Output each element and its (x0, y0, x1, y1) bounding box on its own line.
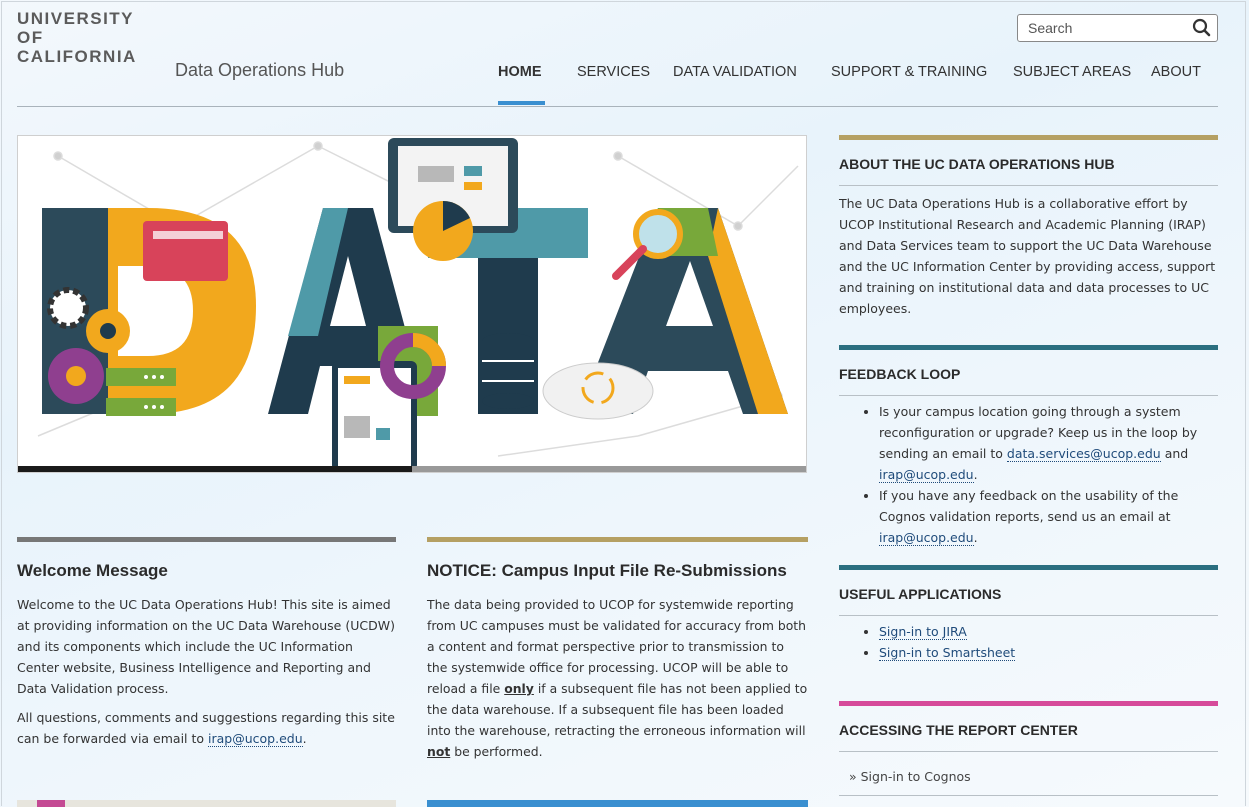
next-card-accent (37, 800, 65, 807)
apps-list: Sign-in to JIRA Sign-in to Smartsheet (839, 621, 1218, 663)
welcome-title: Welcome Message (17, 561, 168, 580)
feedback-item-2: If you have any feedback on the usabilit… (879, 485, 1218, 548)
irap-email-link[interactable]: irap@ucop.edu (208, 731, 303, 747)
next-card-top-left (17, 800, 396, 807)
welcome-section: Welcome Message Welcome to the UC Data O… (17, 537, 396, 749)
apps-divider (839, 615, 1218, 616)
notice-section: NOTICE: Campus Input File Re-Submissions… (427, 537, 808, 762)
notice-emphasis-only: only (504, 681, 534, 696)
welcome-contact: All questions, comments and suggestions … (17, 707, 396, 749)
report-divider (839, 751, 1218, 752)
logo-line-1: UNIVERSITY (17, 9, 135, 28)
jira-signin-link[interactable]: Sign-in to JIRA (879, 624, 967, 640)
irap-email-link-feedback[interactable]: irap@ucop.edu (879, 467, 974, 483)
welcome-paragraph: Welcome to the UC Data Operations Hub! T… (17, 597, 395, 696)
about-bar (839, 135, 1218, 140)
feedback-list: Is your campus location going through a … (839, 401, 1218, 548)
logo-line-2: OF (17, 28, 44, 47)
about-title: ABOUT THE UC DATA OPERATIONS HUB (839, 156, 1115, 172)
nav-active-indicator (498, 101, 545, 105)
nav-support-training[interactable]: SUPPORT & TRAINING (831, 64, 987, 80)
feedback-section: FEEDBACK LOOP Is your campus location go… (839, 345, 1218, 548)
smartsheet-signin-link[interactable]: Sign-in to Smartsheet (879, 645, 1016, 661)
report-bar (839, 701, 1218, 706)
welcome-contact-end: . (302, 731, 307, 746)
report-bottom-divider (839, 795, 1218, 796)
notice-emphasis-not: not (427, 744, 451, 759)
notice-title: NOTICE: Campus Input File Re-Submissions (427, 561, 787, 580)
about-divider (839, 185, 1218, 186)
nav-home[interactable]: HOME (498, 64, 542, 80)
about-text: The UC Data Operations Hub is a collabor… (839, 196, 1216, 316)
apps-item-smartsheet: Sign-in to Smartsheet (879, 642, 1218, 663)
main-nav: HOME SERVICES DATA VALIDATION SUPPORT & … (0, 64, 1249, 108)
notice-text-c: be performed. (450, 744, 543, 759)
header-divider (17, 106, 1218, 107)
notice-bar (427, 537, 808, 542)
cognos-signin-link[interactable]: » Sign-in to Cognos (839, 766, 1218, 787)
nav-services[interactable]: SERVICES (577, 64, 650, 80)
nav-about[interactable]: ABOUT (1151, 64, 1201, 80)
feedback-title: FEEDBACK LOOP (839, 366, 961, 382)
nav-data-validation[interactable]: DATA VALIDATION (673, 64, 797, 80)
feedback-item-2-text: If you have any feedback on the usabilit… (879, 488, 1179, 524)
data-illustration (18, 138, 806, 472)
feedback-item-1-end: . (973, 467, 978, 482)
data-services-email-link[interactable]: data.services@ucop.edu (1006, 446, 1161, 462)
feedback-item-1: Is your campus location going through a … (879, 401, 1218, 485)
notice-paragraph: The data being provided to UCOP for syst… (427, 594, 808, 762)
welcome-contact-text: All questions, comments and suggestions … (17, 710, 395, 746)
about-section: ABOUT THE UC DATA OPERATIONS HUB The UC … (839, 135, 1218, 319)
apps-section: USEFUL APPLICATIONS Sign-in to JIRA Sign… (839, 565, 1218, 663)
uc-logo[interactable]: UNIVERSITY OF CALIFORNIA (17, 9, 137, 66)
hero-banner (17, 135, 807, 473)
nav-subject-areas[interactable]: SUBJECT AREAS (1013, 64, 1131, 80)
next-card-top-right (427, 800, 808, 807)
apps-bar (839, 565, 1218, 570)
report-title: ACCESSING THE REPORT CENTER (839, 722, 1078, 738)
apps-title: USEFUL APPLICATIONS (839, 586, 1002, 602)
search-box (1017, 14, 1218, 42)
search-input[interactable] (1026, 19, 1180, 37)
feedback-item-1-mid: and (1160, 446, 1189, 461)
search-icon[interactable] (1187, 15, 1217, 41)
report-section: ACCESSING THE REPORT CENTER » Sign-in to… (839, 701, 1218, 796)
irap-email-link-cognos[interactable]: irap@ucop.edu (879, 530, 974, 546)
feedback-item-2-end: . (973, 530, 978, 545)
feedback-divider (839, 395, 1218, 396)
welcome-bar (17, 537, 396, 542)
apps-item-jira: Sign-in to JIRA (879, 621, 1218, 642)
feedback-bar (839, 345, 1218, 350)
